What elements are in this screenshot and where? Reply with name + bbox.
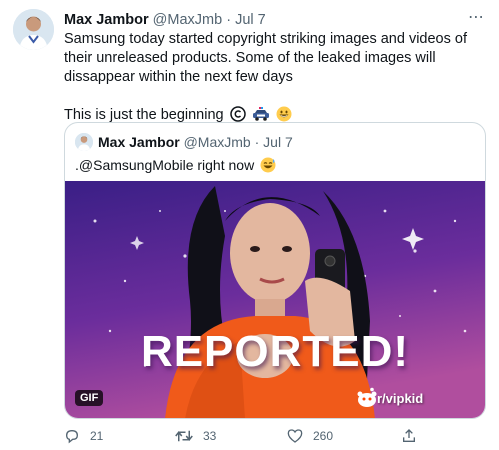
display-name[interactable]: Max Jambor [64, 12, 149, 28]
gif-media[interactable]: REPORTED! r/vipkid GIF [65, 181, 485, 418]
avatar[interactable] [13, 9, 54, 50]
tweet-actions: 21 33 260 [64, 428, 486, 448]
police-car-icon [252, 107, 269, 121]
quoted-avatar-image [75, 133, 93, 151]
more-icon: ⋯ [468, 9, 484, 26]
timestamp[interactable]: Jul 7 [235, 12, 266, 28]
retweet-button[interactable]: 33 [175, 428, 216, 444]
quoted-text: .@SamsungMobile right now [75, 157, 255, 173]
quoted-display-name[interactable]: Max Jambor [98, 134, 180, 150]
quoted-text-container: .@SamsungMobile right now [75, 156, 276, 174]
tweet-header: Max Jambor @MaxJmb · Jul 7 [64, 11, 266, 29]
quoted-timestamp[interactable]: Jul 7 [263, 134, 293, 150]
gif-badge: GIF [75, 390, 104, 406]
like-count: 260 [313, 429, 334, 443]
retweet-icon [175, 430, 193, 442]
handle[interactable]: @MaxJmb [153, 12, 223, 28]
quoted-tweet[interactable]: Max Jambor @MaxJmb · Jul 7 .@SamsungMobi… [64, 122, 486, 419]
reddit-logo-icon [357, 387, 377, 407]
tweet-text-line1: Samsung today started copyright striking… [64, 31, 467, 85]
separator: · [226, 12, 232, 28]
subreddit-watermark: r/vipkid [377, 391, 424, 406]
tweet-text-line2: This is just the beginning [64, 107, 224, 123]
more-options-button[interactable]: ⋯ [467, 9, 485, 27]
avatar-image [13, 9, 54, 50]
retweet-count: 33 [203, 429, 217, 443]
quoted-separator: · [254, 134, 260, 150]
quoted-handle[interactable]: @MaxJmb [184, 134, 251, 150]
gif-frame [65, 181, 485, 418]
quoted-avatar[interactable] [75, 133, 93, 151]
reply-button[interactable]: 21 [64, 428, 103, 444]
quoted-header: Max Jambor @MaxJmb · Jul 7 [98, 133, 293, 151]
copyright-icon [229, 106, 246, 122]
sweat-smile-icon [260, 157, 276, 173]
tweet[interactable]: Max Jambor @MaxJmb · Jul 7 ⋯ Samsung tod… [0, 0, 499, 450]
reply-icon [65, 429, 79, 444]
reply-count: 21 [90, 429, 104, 443]
like-button[interactable]: 260 [287, 428, 333, 444]
tweet-text: Samsung today started copyright striking… [64, 30, 486, 125]
share-icon [403, 429, 415, 442]
heart-icon [287, 429, 303, 443]
share-button[interactable] [401, 428, 417, 444]
gif-overlay-text: REPORTED! [140, 327, 410, 376]
grinning-face-icon [276, 106, 292, 122]
